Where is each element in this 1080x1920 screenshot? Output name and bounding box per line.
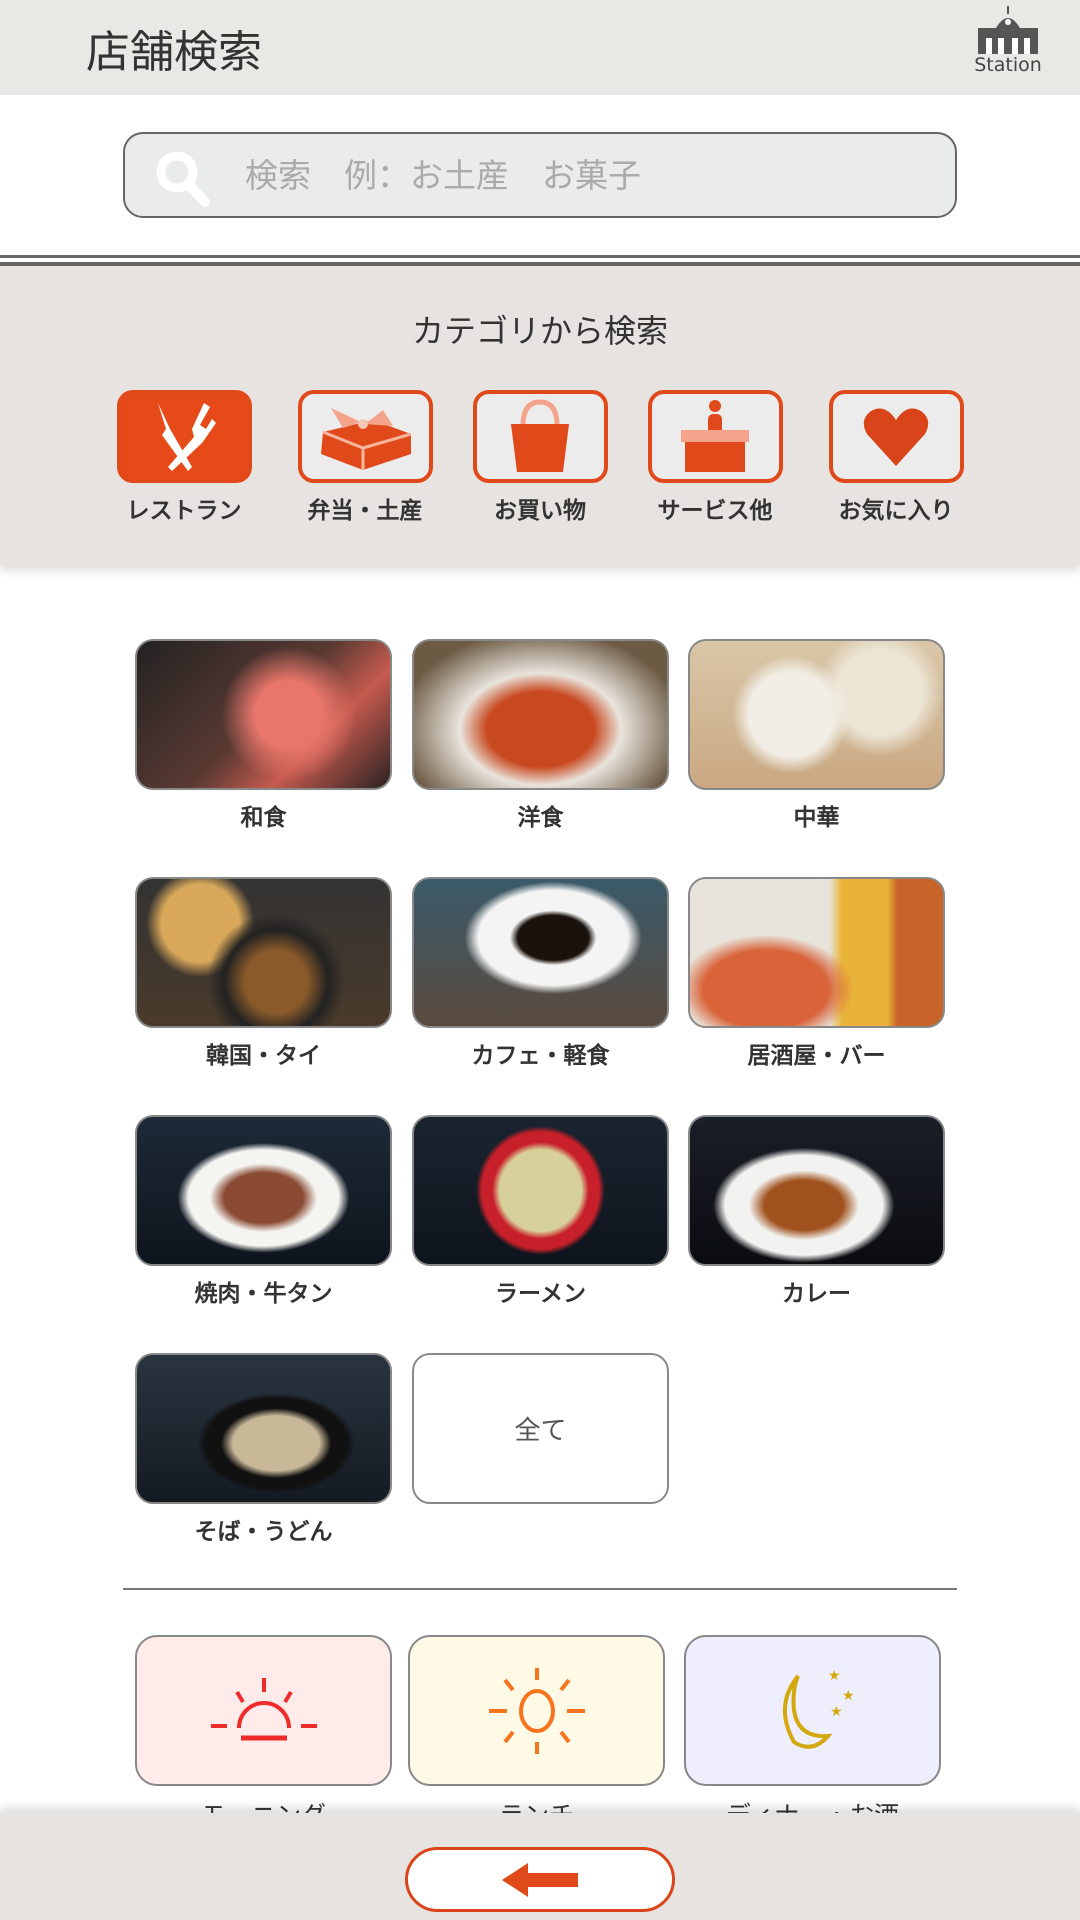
genre-soba-udon[interactable]: そば・うどん bbox=[135, 1353, 392, 1546]
back-button[interactable] bbox=[405, 1847, 675, 1912]
station-logo[interactable]: Station bbox=[968, 6, 1048, 80]
time-morning[interactable]: モーニング bbox=[135, 1635, 392, 1832]
fork-knife-icon bbox=[158, 402, 216, 471]
genre-washoku[interactable]: 和食 bbox=[135, 639, 392, 832]
search-input[interactable] bbox=[245, 148, 925, 202]
service-counter-icon bbox=[681, 399, 749, 472]
svg-text:★: ★ bbox=[828, 1668, 841, 1684]
genre-yakiniku[interactable]: 焼肉・牛タン bbox=[135, 1115, 392, 1308]
sun-icon bbox=[488, 1667, 585, 1754]
search-icon bbox=[156, 151, 210, 207]
category-section: カテゴリから検索 レストラン 弁当・土産 お買い物 サービス他 お気に入り bbox=[0, 266, 1080, 565]
genre-cafe[interactable]: カフェ・軽食 bbox=[412, 877, 669, 1070]
korean-food-photo bbox=[135, 877, 392, 1028]
genre-all[interactable]: 全て bbox=[412, 1353, 669, 1504]
time-dinner[interactable]: ★★★ ディナー・お酒 bbox=[684, 1635, 941, 1832]
genre-korean-thai[interactable]: 韓国・タイ bbox=[135, 877, 392, 1070]
category-bento-souvenir[interactable]: 弁当・土産 bbox=[290, 390, 440, 525]
heart-icon bbox=[863, 407, 929, 466]
pizza-beer-photo bbox=[688, 877, 945, 1028]
divider bbox=[123, 1588, 957, 1590]
gift-box-icon bbox=[321, 407, 412, 470]
ramen-photo bbox=[412, 1115, 669, 1266]
category-services[interactable]: サービス他 bbox=[640, 390, 790, 525]
header: 店舗検索 Station bbox=[0, 0, 1080, 95]
moon-stars-icon: ★★★ bbox=[782, 1668, 855, 1749]
sunrise-icon bbox=[210, 1677, 317, 1740]
pasta-photo bbox=[412, 639, 669, 790]
search-field[interactable] bbox=[123, 132, 957, 218]
dumplings-photo bbox=[688, 639, 945, 790]
coffee-photo bbox=[412, 877, 669, 1028]
shopping-bag-icon bbox=[511, 398, 569, 472]
category-restaurant[interactable]: レストラン bbox=[109, 390, 259, 525]
bottom-bar bbox=[0, 1813, 1080, 1920]
soba-photo bbox=[135, 1353, 392, 1504]
svg-text:★: ★ bbox=[842, 1688, 855, 1704]
category-shopping[interactable]: お買い物 bbox=[465, 390, 615, 525]
svg-text:★: ★ bbox=[830, 1704, 843, 1720]
genre-curry[interactable]: カレー bbox=[688, 1115, 945, 1308]
beef-tongue-photo bbox=[135, 1115, 392, 1266]
station-logo-text: Station bbox=[974, 54, 1042, 76]
genre-yoshoku[interactable]: 洋食 bbox=[412, 639, 669, 832]
arrow-left-icon bbox=[502, 1862, 578, 1897]
genre-ramen[interactable]: ラーメン bbox=[412, 1115, 669, 1308]
category-favorites[interactable]: お気に入り bbox=[821, 390, 971, 525]
genre-chinese[interactable]: 中華 bbox=[688, 639, 945, 832]
time-lunch[interactable]: ランチ bbox=[408, 1635, 665, 1832]
category-heading: カテゴリから検索 bbox=[411, 312, 668, 350]
station-building-icon bbox=[978, 6, 1038, 54]
divider bbox=[0, 255, 1080, 258]
curry-photo bbox=[688, 1115, 945, 1266]
sushi-photo bbox=[135, 639, 392, 790]
page-title: 店舗検索 bbox=[86, 27, 262, 78]
genre-izakaya-bar[interactable]: 居酒屋・バー bbox=[688, 877, 945, 1070]
